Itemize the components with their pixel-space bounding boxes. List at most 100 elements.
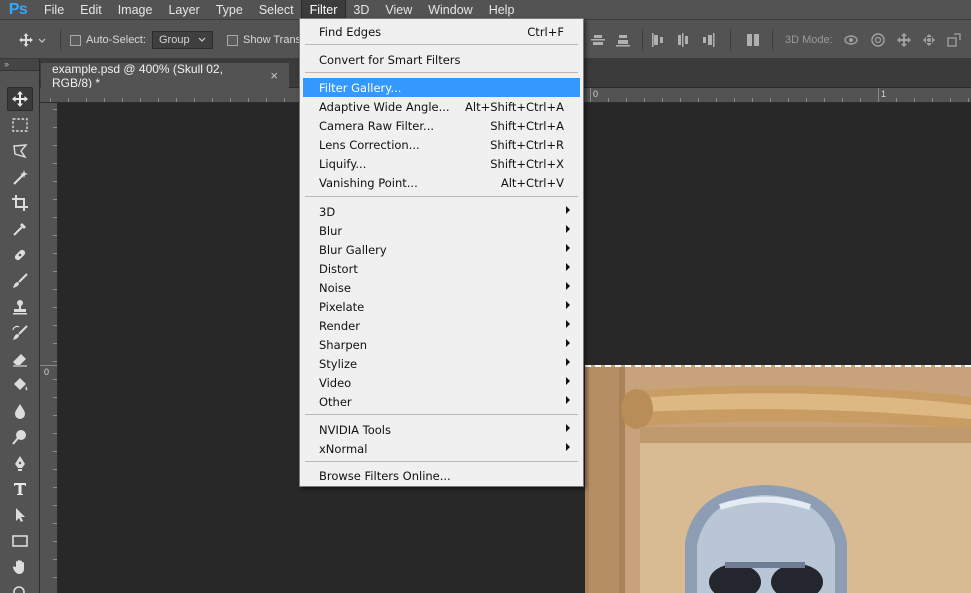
submenu-render[interactable]: Render: [303, 316, 580, 335]
menu-item-label: Noise: [319, 280, 351, 295]
move-tool-icon[interactable]: [7, 87, 33, 111]
menu-help[interactable]: Help: [481, 0, 523, 19]
submenu-3d[interactable]: 3D: [303, 202, 580, 221]
magic-wand-tool-icon[interactable]: [7, 165, 33, 189]
menu-item-adaptive-wide-angle[interactable]: Adaptive Wide Angle... Alt+Shift+Ctrl+A: [303, 97, 580, 116]
menu-item-browse-filters-online[interactable]: Browse Filters Online...: [303, 466, 580, 485]
submenu-nvidia-tools[interactable]: NVIDIA Tools: [303, 420, 580, 439]
checkbox-box[interactable]: [70, 34, 81, 46]
align-left-edges-icon[interactable]: [650, 32, 666, 48]
menu-item-lens-correction[interactable]: Lens Correction... Shift+Ctrl+R: [303, 135, 580, 154]
menu-item-label: Stylize: [319, 356, 358, 371]
clone-stamp-tool-icon[interactable]: [7, 295, 33, 319]
submenu-blur-gallery[interactable]: Blur Gallery: [303, 240, 580, 259]
align-vertical-centers-icon[interactable]: [590, 32, 606, 48]
menu-image[interactable]: Image: [110, 0, 161, 19]
submenu-arrow-icon: [566, 339, 570, 347]
marquee-tool-icon[interactable]: [7, 113, 33, 137]
menu-type[interactable]: Type: [208, 0, 251, 19]
menu-layer[interactable]: Layer: [160, 0, 207, 19]
auto-select-checkbox[interactable]: Auto-Select:: [70, 31, 146, 49]
submenu-arrow-icon: [566, 282, 570, 290]
align-bottom-edges-icon[interactable]: [615, 32, 631, 48]
hand-tool-icon[interactable]: [7, 555, 33, 579]
submenu-pixelate[interactable]: Pixelate: [303, 297, 580, 316]
menu-bar: Ps File Edit Image Layer Type Select Fil…: [0, 0, 971, 20]
slide-3d-icon[interactable]: [921, 32, 937, 48]
menu-separator: [305, 72, 578, 73]
menu-window[interactable]: Window: [420, 0, 480, 19]
roll-3d-icon[interactable]: [870, 32, 886, 48]
document-tab[interactable]: example.psd @ 400% (Skull 02, RGB/8) * ×: [41, 62, 289, 90]
menu-item-liquify[interactable]: Liquify... Shift+Ctrl+X: [303, 154, 580, 173]
submenu-arrow-icon: [566, 301, 570, 309]
dodge-tool-icon[interactable]: [7, 425, 33, 449]
app-logo: Ps: [8, 0, 28, 18]
menu-file[interactable]: File: [36, 0, 72, 19]
menu-item-label: Pixelate: [319, 299, 365, 314]
eraser-tool-icon[interactable]: [7, 347, 33, 371]
submenu-distort[interactable]: Distort: [303, 259, 580, 278]
menu-item-camera-raw-filter[interactable]: Camera Raw Filter... Shift+Ctrl+A: [303, 116, 580, 135]
document-image[interactable]: [585, 365, 971, 593]
submenu-xnormal[interactable]: xNormal: [303, 439, 580, 458]
scale-3d-icon[interactable]: [946, 32, 962, 48]
menu-separator: [305, 44, 578, 45]
tool-preset-picker[interactable]: [18, 31, 46, 49]
submenu-arrow-icon: [566, 244, 570, 252]
submenu-noise[interactable]: Noise: [303, 278, 580, 297]
type-tool-icon[interactable]: [7, 477, 33, 501]
menu-item-find-edges[interactable]: Find Edges Ctrl+F: [303, 22, 580, 41]
menu-item-label: 3D: [319, 204, 336, 219]
menu-item-label: Blur Gallery: [319, 242, 387, 257]
panel-collapse-handle[interactable]: »: [0, 59, 39, 71]
close-icon[interactable]: ×: [270, 68, 278, 83]
menu-item-label: NVIDIA Tools: [319, 422, 391, 437]
menu-item-label: Sharpen: [319, 337, 368, 352]
menu-select[interactable]: Select: [251, 0, 302, 19]
dropdown-box[interactable]: Group: [152, 31, 213, 49]
lasso-tool-icon[interactable]: [7, 139, 33, 163]
align-right-edges-icon[interactable]: [700, 32, 716, 48]
auto-align-layers-icon[interactable]: [745, 32, 761, 48]
ruler-major-tick: [40, 365, 57, 366]
menu-item-label: Other: [319, 394, 352, 409]
path-selection-tool-icon[interactable]: [7, 503, 33, 527]
healing-brush-tool-icon[interactable]: [7, 243, 33, 267]
menu-3d[interactable]: 3D: [345, 0, 377, 19]
divider: [642, 29, 643, 51]
auto-select-dropdown[interactable]: Group: [152, 31, 213, 49]
menu-filter[interactable]: Filter: [300, 0, 347, 20]
divider: [60, 29, 61, 51]
zoom-tool-icon[interactable]: [7, 581, 33, 593]
rectangle-tool-icon[interactable]: [7, 529, 33, 553]
menu-edit[interactable]: Edit: [72, 0, 110, 19]
eyedropper-tool-icon[interactable]: [7, 217, 33, 241]
history-brush-tool-icon[interactable]: [7, 321, 33, 345]
paint-bucket-tool-icon[interactable]: [7, 373, 33, 397]
menu-item-filter-gallery[interactable]: Filter Gallery...: [303, 78, 580, 97]
menu-view[interactable]: View: [377, 0, 420, 19]
rotate-3d-icon[interactable]: [843, 32, 859, 48]
menu-separator: [305, 461, 578, 462]
submenu-blur[interactable]: Blur: [303, 221, 580, 240]
brush-tool-icon[interactable]: [7, 269, 33, 293]
menu-item-convert-smart-filters[interactable]: Convert for Smart Filters: [303, 50, 580, 69]
submenu-video[interactable]: Video: [303, 373, 580, 392]
submenu-other[interactable]: Other: [303, 392, 580, 411]
drag-3d-icon[interactable]: [896, 32, 912, 48]
checkbox-box[interactable]: [227, 34, 238, 46]
menu-item-label: Video: [319, 375, 352, 390]
submenu-arrow-icon: [566, 358, 570, 366]
submenu-stylize[interactable]: Stylize: [303, 354, 580, 373]
3d-mode-label: 3D Mode:: [785, 34, 833, 46]
pen-tool-icon[interactable]: [7, 451, 33, 475]
menu-item-vanishing-point[interactable]: Vanishing Point... Alt+Ctrl+V: [303, 173, 580, 192]
submenu-sharpen[interactable]: Sharpen: [303, 335, 580, 354]
align-horizontal-centers-icon[interactable]: [675, 32, 691, 48]
menu-item-label: Adaptive Wide Angle...: [319, 99, 450, 114]
blur-tool-icon[interactable]: [7, 399, 33, 423]
show-transform-checkbox[interactable]: Show Transf: [227, 31, 304, 49]
crop-tool-icon[interactable]: [7, 191, 33, 215]
tools-panel: »: [0, 59, 40, 593]
